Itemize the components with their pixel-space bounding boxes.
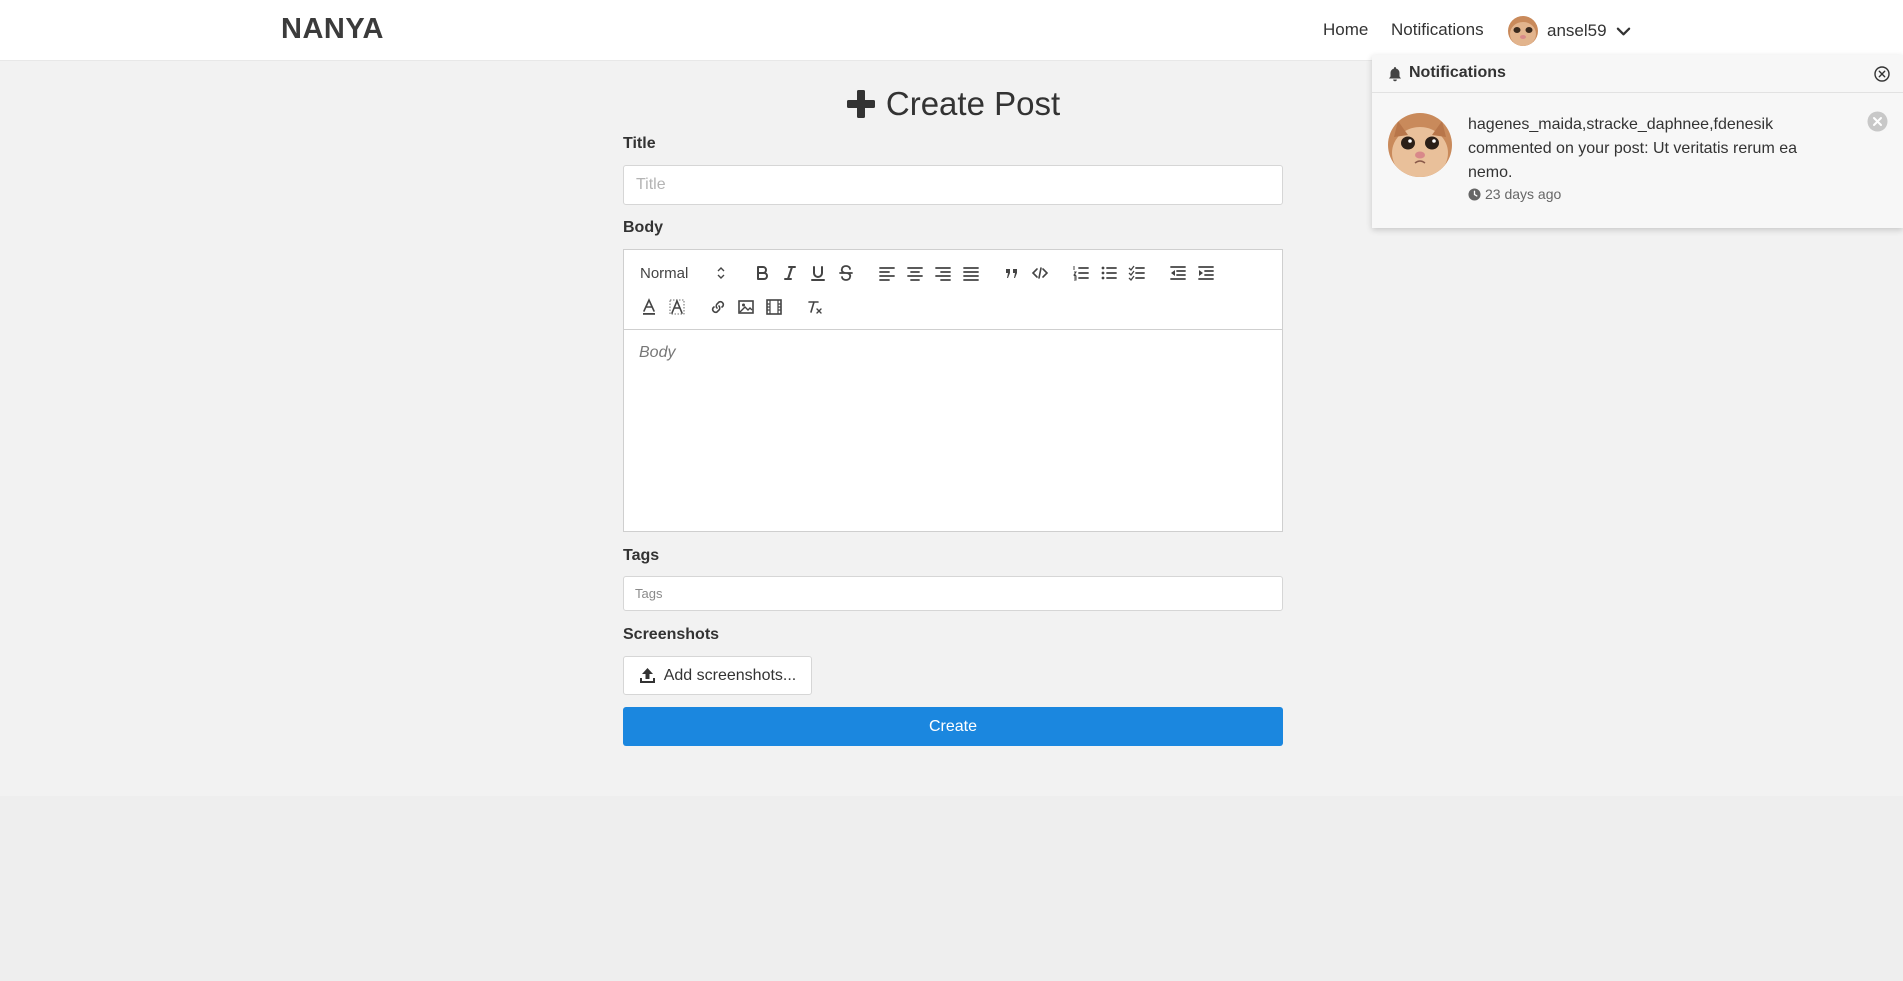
brand-logo[interactable]: NANYA [281,13,384,46]
nav-home-link[interactable]: Home [1323,20,1368,40]
add-screenshots-button[interactable]: Add screenshots... [623,656,812,695]
dismiss-notification-icon[interactable] [1867,111,1888,132]
blockquote-icon[interactable] [1001,262,1023,284]
create-button[interactable]: Create [623,707,1283,746]
notification-avatar [1388,113,1452,177]
bullet-list-icon[interactable] [1098,262,1120,284]
strikethrough-icon[interactable] [835,262,857,284]
navbar: NANYA Home Notifications ansel59 [0,0,1903,61]
plus-icon [846,90,875,118]
title-label: Title [623,135,656,152]
outdent-icon[interactable] [1167,262,1189,284]
align-center-icon[interactable] [904,262,926,284]
notifications-panel: Notifications hagenes_maida,stracke_daph… [1372,55,1903,228]
screenshots-label: Screenshots [623,626,720,643]
user-menu[interactable]: ansel59 [1508,16,1631,46]
add-screenshots-label: Add screenshots... [663,666,797,684]
header-format-select[interactable]: Normal [640,262,726,284]
video-icon[interactable] [763,296,785,318]
text-color-icon[interactable] [638,296,660,318]
notifications-panel-title: Notifications [1409,64,1506,81]
align-right-icon[interactable] [932,262,954,284]
avatar [1508,16,1538,46]
notification-time: 23 days ago [1468,186,1561,202]
editor-toolbar: Normal [624,250,1282,330]
notification-time-text: 23 days ago [1485,186,1562,202]
align-left-icon[interactable] [876,262,898,284]
code-block-icon[interactable] [1029,262,1051,284]
chevron-down-icon [1616,27,1630,35]
bell-icon [1389,67,1401,82]
underline-icon[interactable] [807,262,829,284]
align-justify-icon[interactable] [960,262,982,284]
clock-icon [1468,187,1481,201]
tags-label: Tags [623,547,660,564]
link-icon[interactable] [707,296,729,318]
body-label: Body [623,219,663,236]
upload-icon [639,668,655,683]
bold-icon[interactable] [751,262,773,284]
image-icon[interactable] [735,296,757,318]
ordered-list-icon[interactable] [1070,262,1092,284]
background-color-icon[interactable] [666,296,688,318]
italic-icon[interactable] [779,262,801,284]
checklist-icon[interactable] [1126,262,1148,284]
notifications-panel-header: Notifications [1372,55,1903,93]
rich-text-editor: Normal Body [623,249,1283,532]
indent-icon[interactable] [1195,262,1217,284]
tags-input[interactable] [623,576,1283,611]
nav-notifications-link[interactable]: Notifications [1391,20,1484,40]
header-format-value: Normal [640,264,689,282]
updown-icon [717,267,725,279]
page-title: Create Post [623,85,1283,123]
close-icon[interactable] [1873,65,1891,83]
page-title-text: Create Post [885,85,1061,122]
title-input[interactable] [623,165,1283,205]
clear-formatting-icon[interactable] [804,296,826,318]
notification-text: hagenes_maida,stracke_daphnee,fdenesik c… [1468,116,1798,181]
page-footer [0,796,1903,981]
body-editor-area[interactable]: Body [624,330,1282,376]
user-name: ansel59 [1547,21,1607,40]
